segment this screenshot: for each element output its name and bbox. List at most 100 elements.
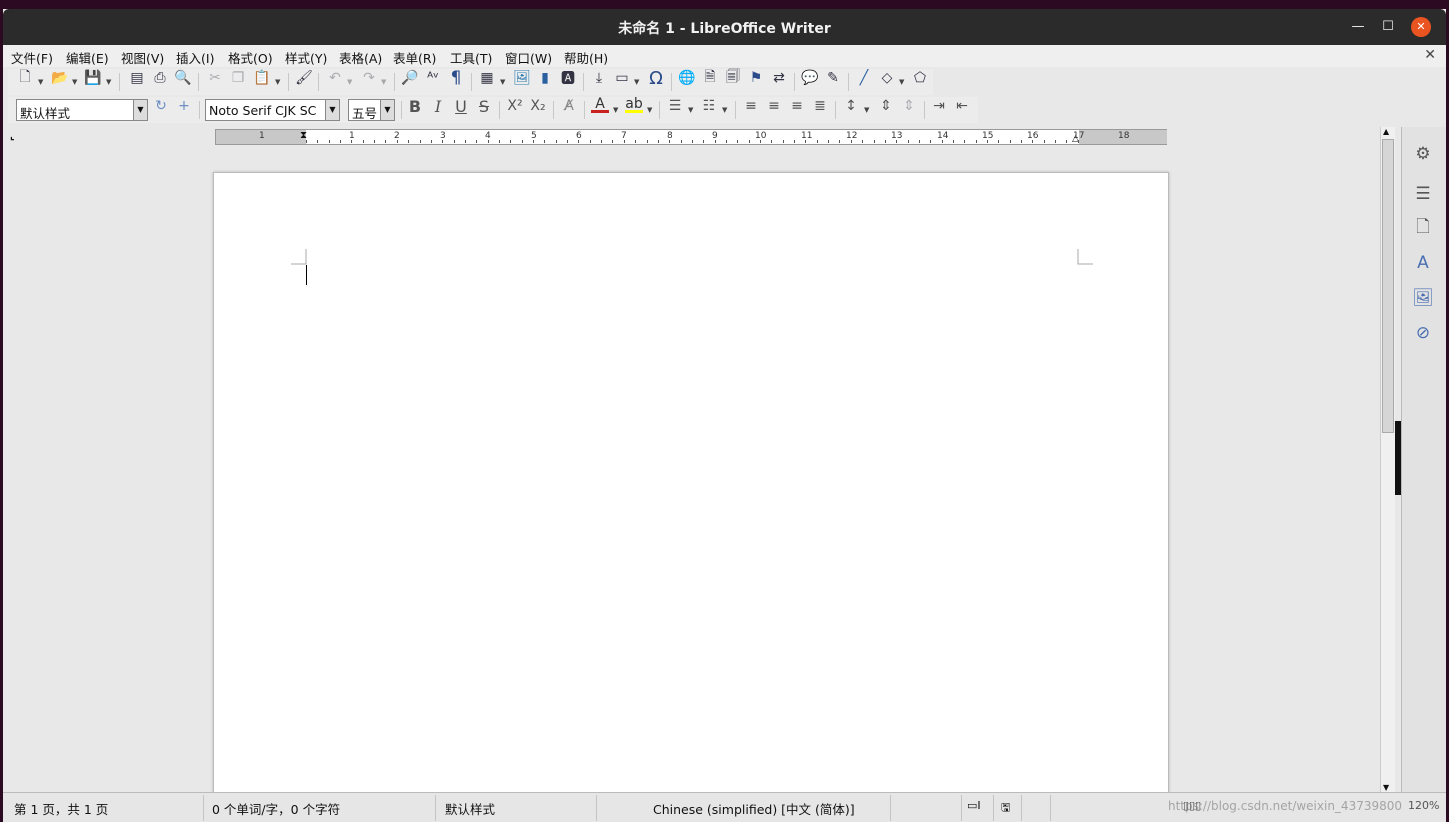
track-changes-icon[interactable]: ✎ — [824, 69, 842, 87]
copy-icon[interactable]: ❐ — [229, 69, 247, 87]
maximize-button[interactable]: ☐ — [1378, 17, 1398, 37]
paragraph-style-select[interactable]: 默认样式 ▼ — [16, 99, 148, 121]
update-style-icon[interactable]: ↻ — [152, 97, 170, 115]
endnote-icon[interactable]: 🗐 — [724, 69, 742, 87]
highlight-icon[interactable]: ab — [625, 96, 643, 113]
increase-paragraph-spacing-icon[interactable]: ⇕ — [877, 97, 895, 115]
page-break-icon[interactable]: ⤓ — [590, 69, 608, 87]
undo-icon[interactable]: ↶ — [326, 69, 344, 87]
align-justify-icon[interactable]: ≣ — [811, 97, 829, 115]
image-icon[interactable]: 🖼 — [513, 69, 531, 87]
footnote-icon[interactable]: 🗎 — [701, 69, 719, 87]
strikethrough-icon[interactable]: S — [475, 97, 493, 116]
ruler-tick — [351, 140, 353, 143]
chart-icon[interactable]: ▮ — [536, 69, 554, 87]
numbered-list-icon[interactable]: ☷ — [700, 97, 718, 115]
special-character-icon[interactable]: Ω — [647, 68, 665, 89]
sidebar-navigator-icon[interactable]: ⊘ — [1412, 322, 1434, 344]
line-icon[interactable]: ╱ — [855, 69, 873, 87]
save-icon[interactable]: 💾 — [84, 69, 102, 87]
close-window-button[interactable]: ✕ — [1411, 17, 1431, 37]
document-modified-icon[interactable]: 🖫 — [1001, 799, 1010, 818]
underline-icon[interactable]: U — [452, 97, 470, 116]
menu-tools[interactable]: 工具(T) — [450, 48, 492, 67]
redo-icon[interactable]: ↷ — [360, 69, 378, 87]
superscript-icon[interactable]: X² — [506, 97, 524, 115]
sidebar-gallery-icon[interactable]: 🖼 — [1412, 287, 1434, 309]
align-center-icon[interactable]: ≡ — [765, 97, 783, 115]
hyperlink-icon[interactable]: 🌐 — [678, 69, 696, 87]
ruler-tick — [374, 140, 376, 143]
menu-insert[interactable]: 插入(I) — [176, 48, 214, 67]
scrollbar-thumb[interactable] — [1382, 139, 1394, 433]
word-count[interactable]: 0 个单词/字，0 个字符 — [212, 799, 340, 818]
align-right-icon[interactable]: ≡ — [788, 97, 806, 115]
draw-functions-icon[interactable]: ⬠ — [911, 69, 929, 87]
vertical-scrollbar[interactable]: ▲ ▼ — [1380, 127, 1395, 792]
ruler-tick — [760, 140, 761, 143]
menu-file[interactable]: 文件(F) — [11, 48, 53, 67]
field-icon[interactable]: ▭ — [613, 69, 631, 87]
find-replace-icon[interactable]: 🔎 — [401, 69, 419, 87]
export-pdf-icon[interactable]: ▤ — [128, 69, 146, 87]
page-style[interactable]: 默认样式 — [445, 799, 495, 818]
page-count[interactable]: 第 1 页，共 1 页 — [14, 799, 108, 818]
bullet-list-icon[interactable]: ☰ — [666, 97, 684, 115]
insert-mode-icon[interactable]: ▭I — [967, 799, 981, 812]
bookmark-icon[interactable]: ⚑ — [747, 69, 765, 87]
decrease-paragraph-spacing-icon[interactable]: ⇕ — [900, 97, 918, 115]
menu-form[interactable]: 表单(R) — [393, 48, 436, 67]
bold-icon[interactable]: B — [406, 97, 424, 116]
cut-icon[interactable]: ✂ — [206, 69, 224, 87]
menu-view[interactable]: 视图(V) — [121, 48, 164, 67]
ruler-tick — [964, 140, 966, 143]
menu-help[interactable]: 帮助(H) — [564, 48, 608, 67]
new-icon[interactable]: 🗋 — [16, 69, 34, 87]
font-name-select[interactable]: Noto Serif CJK SC ▼ — [205, 99, 340, 121]
menu-format[interactable]: 格式(O) — [228, 48, 273, 67]
paste-icon[interactable]: 📋 — [253, 69, 271, 87]
sidebar-styles-icon[interactable]: A — [1412, 252, 1434, 274]
scroll-down-icon[interactable]: ▼ — [1383, 783, 1389, 792]
print-preview-icon[interactable]: 🔍 — [174, 69, 192, 87]
scroll-up-icon[interactable]: ▲ — [1383, 127, 1389, 136]
italic-icon[interactable]: I — [429, 97, 447, 116]
document-page[interactable] — [213, 172, 1169, 822]
menu-styles[interactable]: 样式(Y) — [285, 48, 327, 67]
zoom-level[interactable]: 120% — [1408, 799, 1439, 812]
clone-formatting-icon[interactable]: 🖌 — [295, 69, 313, 87]
print-icon[interactable]: ⎙ — [151, 69, 169, 87]
minimize-button[interactable]: — — [1348, 17, 1368, 37]
sidebar-properties-icon[interactable]: ☰ — [1412, 183, 1434, 205]
new-style-icon[interactable]: + — [175, 97, 193, 115]
menu-window[interactable]: 窗口(W) — [505, 48, 552, 67]
textbox-icon[interactable]: 🅰 — [559, 69, 577, 87]
spelling-icon[interactable]: ᴬᵛ — [424, 69, 442, 87]
table-icon[interactable]: ▦ — [478, 69, 496, 87]
comment-icon[interactable]: 💬 — [801, 69, 819, 87]
line-spacing-icon[interactable]: ↕ — [842, 97, 860, 115]
subscript-icon[interactable]: X₂ — [529, 97, 547, 115]
clear-formatting-icon[interactable]: A̸ — [560, 97, 578, 115]
menu-edit[interactable]: 编辑(E) — [66, 48, 109, 67]
ruler-tick — [476, 140, 478, 143]
horizontal-ruler[interactable]: 1 1 2 3 4 5 6 7 8 9 10 11 12 13 14 15 16… — [215, 129, 1167, 145]
font-color-icon[interactable]: A — [591, 96, 609, 113]
cross-reference-icon[interactable]: ⇄ — [770, 69, 788, 87]
ruler-tick — [850, 140, 852, 143]
shapes-icon[interactable]: ◇ — [878, 69, 896, 87]
ruler-tick — [1009, 140, 1011, 143]
font-size-select[interactable]: 五号 ▼ — [348, 99, 395, 121]
text-language[interactable]: Chinese (simplified) [中文 (简体)] — [653, 799, 855, 818]
open-icon[interactable]: 📂 — [51, 69, 69, 87]
tab-stop-type-icon[interactable]: ⌞ — [10, 131, 15, 142]
increase-indent-icon[interactable]: ⇥ — [930, 97, 948, 115]
close-document-icon[interactable]: ✕ — [1424, 47, 1436, 63]
formatting-marks-icon[interactable]: ¶ — [447, 68, 465, 88]
decrease-indent-icon[interactable]: ⇤ — [953, 97, 971, 115]
sidebar-settings-icon[interactable]: ⚙ — [1412, 143, 1434, 165]
sidebar-page-icon[interactable]: 🗋 — [1412, 217, 1434, 239]
ruler-tick — [487, 140, 489, 143]
menu-table[interactable]: 表格(A) — [339, 48, 382, 67]
align-left-icon[interactable]: ≡ — [742, 97, 760, 115]
